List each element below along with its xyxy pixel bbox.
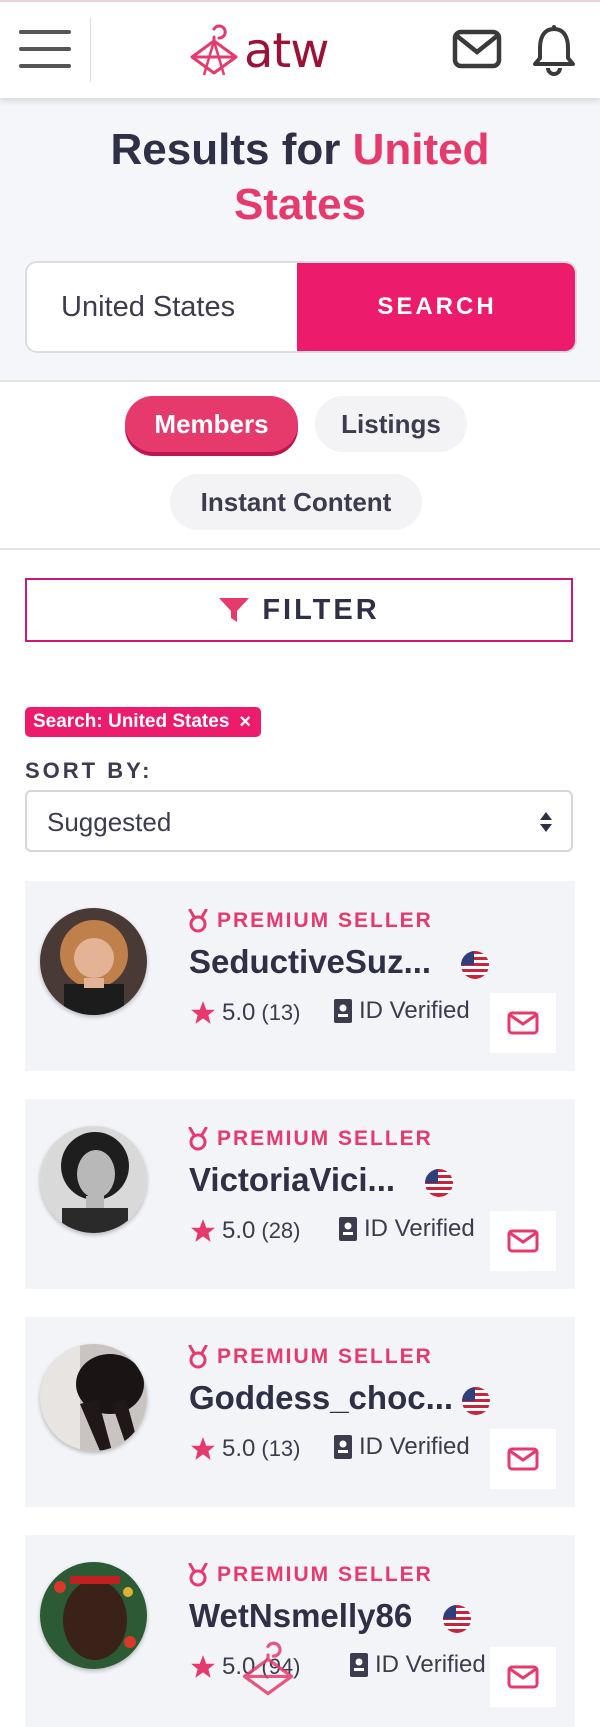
us-flag-icon — [462, 1387, 490, 1415]
nav-divider — [90, 18, 91, 82]
star-icon — [191, 1219, 215, 1242]
seller-card[interactable]: PREMIUM SELLER WetNsmelly86 5.0 (94) ID … — [25, 1535, 575, 1727]
id-verified-label: ID Verified — [364, 1215, 475, 1242]
medal-icon — [188, 1127, 208, 1151]
premium-badge: PREMIUM SELLER — [187, 1127, 433, 1151]
search-form: SEARCH — [25, 261, 577, 353]
mail-icon — [507, 1011, 539, 1035]
premium-badge: PREMIUM SELLER — [187, 909, 433, 933]
star-icon — [191, 1001, 215, 1024]
premium-badge: PREMIUM SELLER — [187, 1345, 433, 1369]
seller-card[interactable]: PREMIUM SELLER VictoriaVici... 5.0 (28) … — [25, 1099, 575, 1289]
id-verified-label: ID Verified — [375, 1651, 486, 1678]
filter-label: FILTER — [262, 593, 380, 626]
logo-text: atw — [244, 23, 329, 79]
rating-value: 5.0 — [222, 1653, 256, 1680]
avatar[interactable] — [40, 1562, 147, 1669]
star-icon — [191, 1437, 215, 1460]
us-flag-icon — [425, 1169, 453, 1197]
star-icon — [191, 1655, 215, 1678]
premium-badge-label: PREMIUM SELLER — [217, 1563, 433, 1586]
message-seller-button[interactable] — [490, 993, 556, 1053]
id-verified: ID Verified — [333, 1433, 470, 1461]
mail-button[interactable] — [452, 28, 502, 70]
funnel-icon — [219, 598, 250, 622]
id-badge-icon — [339, 1217, 357, 1241]
menu-icon[interactable] — [19, 30, 71, 70]
tab-instant-content[interactable]: Instant Content — [170, 474, 422, 530]
avatar[interactable] — [40, 1126, 147, 1233]
seller-name[interactable]: VictoriaVici... — [189, 1161, 395, 1199]
message-seller-button[interactable] — [490, 1211, 556, 1271]
message-seller-button[interactable] — [490, 1429, 556, 1489]
seller-name[interactable]: WetNsmelly86 — [189, 1597, 412, 1635]
message-seller-button[interactable] — [490, 1647, 556, 1707]
tab-listings[interactable]: Listings — [315, 396, 467, 452]
top-navbar: atw — [0, 0, 600, 98]
mail-icon — [507, 1447, 539, 1471]
filter-button[interactable]: FILTER — [25, 578, 573, 642]
bell-icon — [533, 25, 575, 76]
seller-card[interactable]: PREMIUM SELLER SeductiveSuz... 5.0 (13) … — [25, 881, 575, 1071]
site-logo[interactable]: atw — [188, 20, 329, 82]
seller-card[interactable]: PREMIUM SELLER Goddess_choc... 5.0 (13) … — [25, 1317, 575, 1507]
id-verified: ID Verified — [333, 997, 470, 1025]
seller-name[interactable]: SeductiveSuz... — [189, 943, 431, 981]
medal-icon — [188, 1563, 208, 1587]
id-verified-label: ID Verified — [359, 997, 470, 1024]
rating-value: 5.0 — [222, 999, 256, 1026]
premium-badge-label: PREMIUM SELLER — [217, 909, 433, 932]
id-verified: ID Verified — [349, 1651, 486, 1679]
id-badge-icon — [350, 1653, 368, 1677]
seller-name[interactable]: Goddess_choc... — [189, 1379, 453, 1417]
us-flag-icon — [461, 951, 489, 979]
rating-value: 5.0 — [222, 1217, 256, 1244]
select-arrows-icon — [540, 812, 552, 832]
id-verified-label: ID Verified — [359, 1433, 470, 1460]
tab-members[interactable]: Members — [125, 396, 298, 452]
page-title: Results for United States — [40, 122, 560, 232]
notifications-button[interactable] — [531, 24, 577, 76]
rating: 5.0 (28) — [190, 1217, 301, 1245]
remove-tag-icon[interactable]: × — [239, 711, 251, 734]
medal-icon — [188, 909, 208, 933]
avatar[interactable] — [40, 1344, 147, 1451]
rating: 5.0 (13) — [190, 999, 301, 1027]
results-header: Results for United States SEARCH — [0, 96, 600, 382]
us-flag-icon — [443, 1605, 471, 1633]
id-verified: ID Verified — [338, 1215, 475, 1243]
rating: 5.0 (94) — [190, 1653, 301, 1681]
rating-count: (13) — [261, 1436, 301, 1461]
result-type-tabs: Members Listings Instant Content — [0, 382, 600, 550]
rating-count: (94) — [261, 1654, 301, 1679]
search-input[interactable] — [27, 263, 295, 351]
search-button[interactable]: SEARCH — [297, 263, 575, 351]
premium-badge: PREMIUM SELLER — [187, 1563, 433, 1587]
avatar[interactable] — [40, 908, 147, 1015]
title-prefix: Results for — [110, 125, 353, 174]
active-search-tag: Search: United States × — [25, 707, 262, 737]
search-tag-label: Search: United States — [33, 711, 230, 732]
hanger-logo-icon — [190, 24, 238, 76]
rating-count: (28) — [261, 1218, 301, 1243]
rating: 5.0 (13) — [190, 1435, 301, 1463]
mail-icon — [507, 1229, 539, 1253]
rating-value: 5.0 — [222, 1435, 256, 1462]
id-badge-icon — [334, 999, 352, 1023]
premium-badge-label: PREMIUM SELLER — [217, 1127, 433, 1150]
mail-icon — [507, 1665, 539, 1689]
premium-badge-label: PREMIUM SELLER — [217, 1345, 433, 1368]
id-badge-icon — [334, 1435, 352, 1459]
rating-count: (13) — [261, 1000, 301, 1025]
medal-icon — [188, 1345, 208, 1369]
sort-selected-value: Suggested — [47, 807, 172, 837]
sort-by-label: SORT BY: — [25, 758, 153, 783]
mail-icon — [452, 29, 502, 69]
sort-select[interactable]: Suggested — [25, 790, 573, 852]
